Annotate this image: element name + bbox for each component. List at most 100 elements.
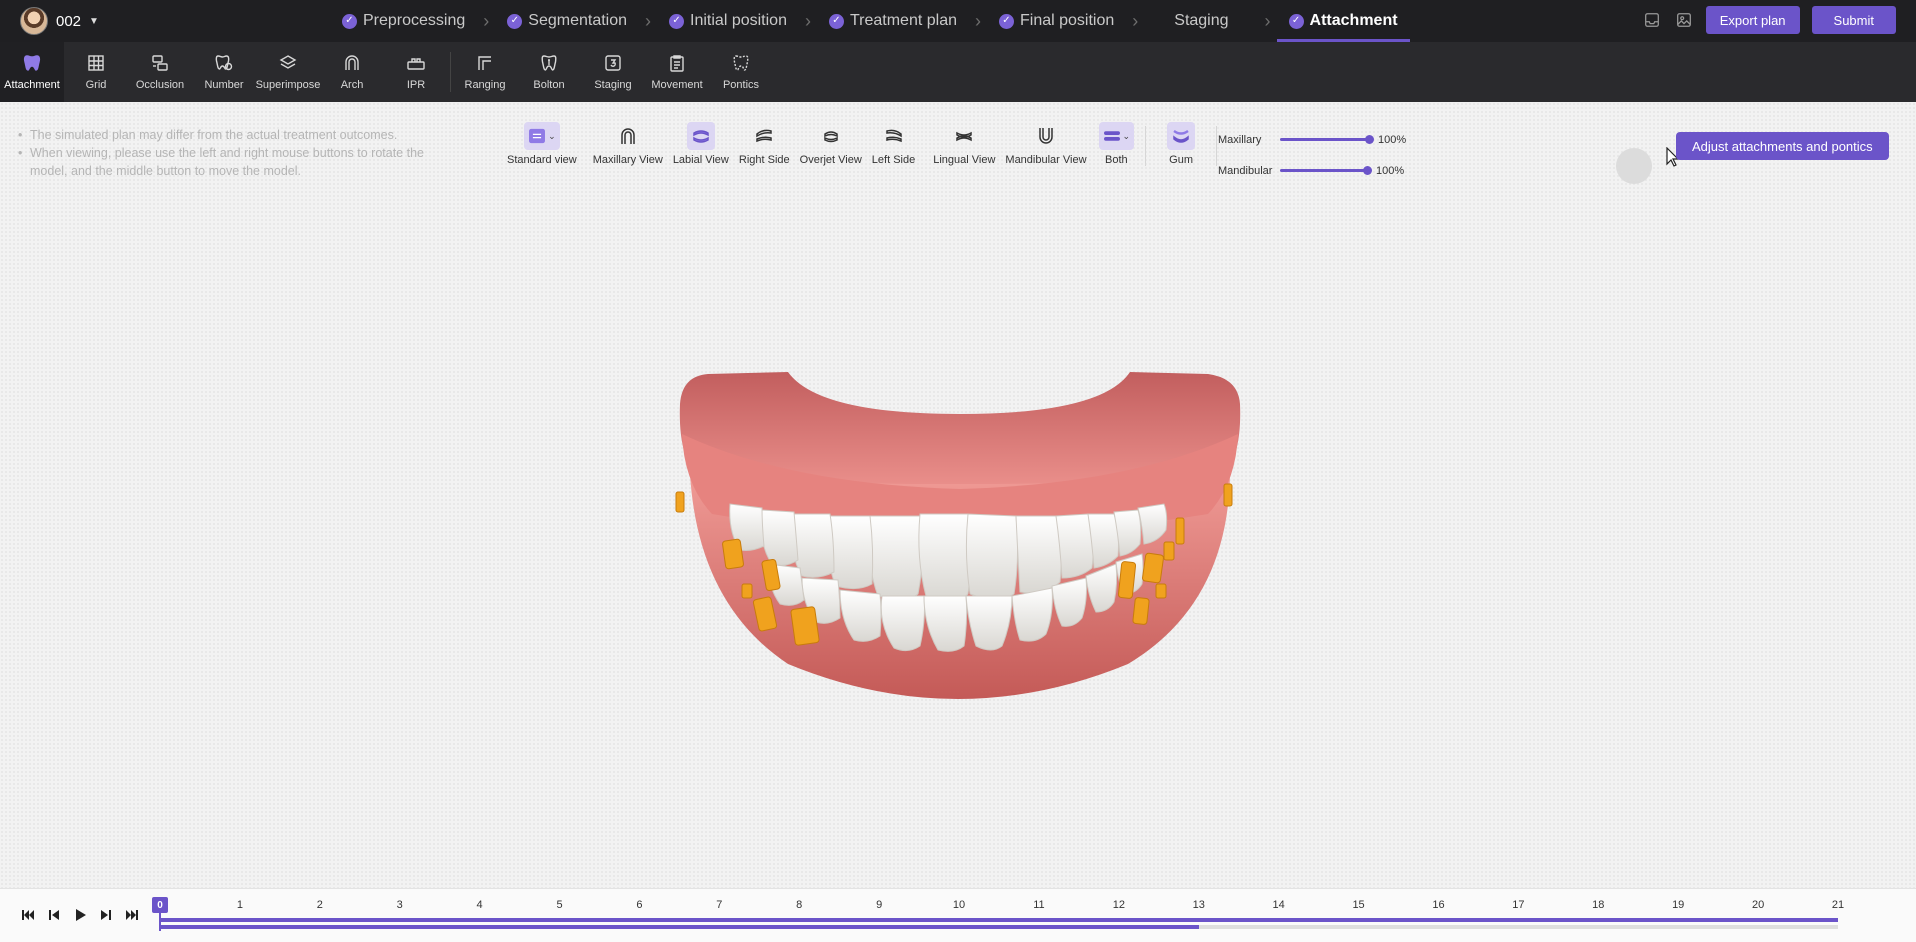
left-side-view-icon — [885, 129, 902, 143]
staging-icon — [605, 55, 621, 71]
tool-label: Arch — [340, 79, 364, 91]
slider-value: 100% — [1378, 133, 1407, 146]
stage-tick[interactable]: 21 — [1832, 899, 1844, 911]
3d-viewport[interactable]: The simulated plan may differ from the a… — [0, 102, 1916, 888]
overjet-view-button[interactable]: Overjet View — [797, 122, 865, 166]
dental-model[interactable] — [668, 364, 1252, 724]
tool-pontics[interactable]: Pontics — [709, 42, 773, 102]
tool-number[interactable]: Number — [192, 42, 256, 102]
progress-track[interactable] — [160, 925, 1838, 929]
stage-tick[interactable]: 1 — [237, 899, 243, 911]
tool-label: Occlusion — [135, 79, 185, 91]
mandibular-view-button[interactable]: Mandibular View — [1002, 122, 1089, 166]
view-label: Right Side — [738, 154, 790, 166]
occlusion-icon — [152, 55, 168, 71]
inbox-icon[interactable] — [1642, 10, 1662, 30]
view-controls: ⌄ Standard view Maxillary View Labial Vi… — [504, 122, 1225, 166]
tool-staging[interactable]: Staging — [581, 42, 645, 102]
stage-tick[interactable]: 13 — [1193, 899, 1205, 911]
tool-bolton[interactable]: Bolton — [517, 42, 581, 102]
tool-label: Bolton — [533, 79, 565, 91]
stage-tick[interactable]: 6 — [636, 899, 642, 911]
tool-label: Number — [204, 79, 244, 91]
tool-occlusion[interactable]: Occlusion — [128, 42, 192, 102]
stage-tick[interactable]: 20 — [1752, 899, 1764, 911]
stage-tick[interactable]: 14 — [1273, 899, 1285, 911]
chevron-right-icon: › — [1132, 10, 1139, 31]
tool-movement[interactable]: Movement — [645, 42, 709, 102]
chevron-right-icon: › — [804, 10, 811, 31]
adjust-attachments-button[interactable]: Adjust attachments and pontics — [1676, 132, 1889, 160]
image-icon[interactable] — [1674, 10, 1694, 30]
stage-tick[interactable]: 15 — [1352, 899, 1364, 911]
header-actions: Export plan Submit — [1642, 6, 1896, 34]
current-stage-marker[interactable]: 0 — [152, 897, 168, 913]
stage-tick[interactable]: 4 — [477, 899, 483, 911]
step-label: Attachment — [1309, 12, 1398, 29]
slider-value: 100% — [1376, 164, 1405, 177]
maxillary-view-button[interactable]: Maxillary View — [590, 122, 666, 166]
mandibular-opacity-slider[interactable] — [1280, 166, 1372, 175]
tool-label: Attachment — [4, 79, 60, 91]
stage-tick[interactable]: 7 — [716, 899, 722, 911]
labial-view-button[interactable]: Labial View — [670, 122, 732, 166]
slider-handle[interactable] — [1363, 166, 1372, 175]
gum-toggle-button[interactable]: Gum — [1164, 122, 1198, 166]
play-button[interactable] — [72, 907, 88, 923]
opacity-sliders: Maxillary 100% Mandibular 100% — [1218, 124, 1406, 186]
submit-button[interactable]: Submit — [1811, 6, 1896, 34]
maxillary-view-icon — [621, 128, 635, 144]
last-stage-button[interactable] — [124, 907, 140, 923]
stage-tick[interactable]: 17 — [1512, 899, 1524, 911]
left-side-view-button[interactable]: Left Side — [869, 122, 918, 166]
stage-tick[interactable]: 11 — [1033, 899, 1044, 911]
stage-tick[interactable]: 2 — [317, 899, 323, 911]
tool-grid[interactable]: Grid — [64, 42, 128, 102]
right-side-view-button[interactable]: Right Side — [736, 122, 793, 166]
stage-tick[interactable]: 12 — [1113, 899, 1125, 911]
step-final-position[interactable]: ✓ Final position — [987, 0, 1126, 42]
view-divider — [1216, 126, 1218, 166]
first-stage-button[interactable] — [20, 907, 36, 923]
slider-handle[interactable] — [1365, 135, 1374, 144]
stage-tick[interactable]: 5 — [556, 899, 562, 911]
lingual-view-button[interactable]: Lingual View — [930, 122, 998, 166]
maxillary-opacity-slider[interactable] — [1280, 135, 1374, 144]
maxillary-opacity-row: Maxillary 100% — [1218, 124, 1406, 155]
case-selector[interactable]: 002 ▼ — [20, 7, 99, 35]
chevron-right-icon: › — [974, 10, 981, 31]
previous-stage-button[interactable] — [46, 907, 62, 923]
tool-ipr[interactable]: IPR — [384, 42, 448, 102]
export-plan-button[interactable]: Export plan — [1705, 6, 1800, 34]
tool-label: Ranging — [464, 79, 506, 91]
next-stage-button[interactable] — [98, 907, 114, 923]
standard-view-button[interactable]: ⌄ Standard view — [504, 122, 580, 166]
step-segmentation[interactable]: ✓ Segmentation — [495, 0, 639, 42]
stage-tick[interactable]: 3 — [397, 899, 403, 911]
skip-to-end-icon — [126, 910, 138, 920]
stage-track[interactable] — [160, 918, 1838, 922]
step-staging[interactable]: Staging — [1144, 0, 1258, 42]
step-treatment-plan[interactable]: ✓ Treatment plan — [817, 0, 969, 42]
tool-attachment[interactable]: Attachment — [0, 42, 64, 102]
stage-tick[interactable]: 19 — [1672, 899, 1684, 911]
view-label: Lingual View — [933, 154, 996, 166]
step-initial-position[interactable]: ✓ Initial position — [657, 0, 799, 42]
stage-tick[interactable]: 16 — [1432, 899, 1444, 911]
gum-icon — [1173, 129, 1189, 143]
stage-tick[interactable]: 9 — [876, 899, 882, 911]
chevron-down-icon: ⌄ — [548, 130, 556, 141]
playback-controls — [20, 907, 140, 923]
step-preprocessing[interactable]: ✓ Preprocessing — [330, 0, 477, 42]
view-label: Overjet View — [799, 154, 862, 166]
stage-tick[interactable]: 10 — [953, 899, 965, 911]
tool-superimpose[interactable]: Superimpose — [256, 42, 320, 102]
tool-arch[interactable]: Arch — [320, 42, 384, 102]
stage-tick[interactable]: 18 — [1592, 899, 1604, 911]
step-attachment[interactable]: ✓ Attachment — [1276, 0, 1410, 42]
tool-ranging[interactable]: Ranging — [453, 42, 517, 102]
view-label: Gum — [1169, 154, 1193, 166]
both-jaws-button[interactable]: ⌄ Both — [1096, 122, 1138, 166]
check-icon: ✓ — [669, 13, 685, 29]
stage-tick[interactable]: 8 — [796, 899, 802, 911]
